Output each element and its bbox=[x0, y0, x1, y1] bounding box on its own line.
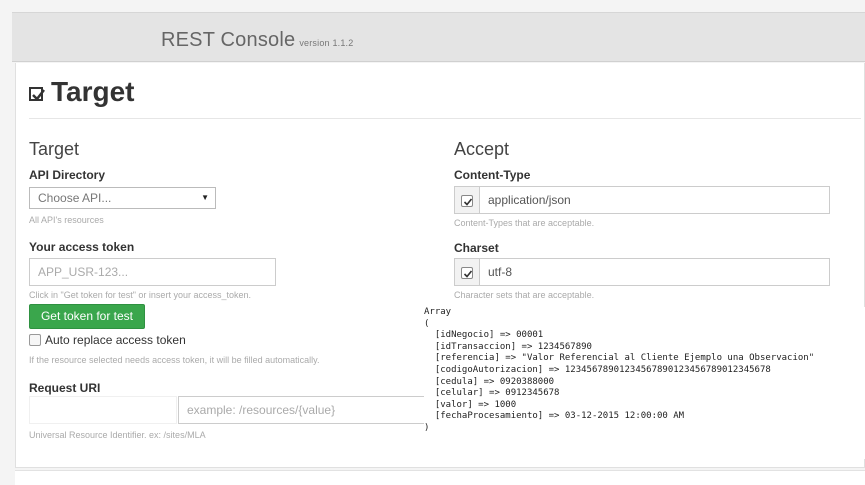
next-panel-edge bbox=[15, 470, 865, 485]
content-type-input[interactable]: application/json bbox=[480, 186, 830, 214]
content-type-value: application/json bbox=[488, 193, 571, 207]
request-method-field[interactable] bbox=[29, 396, 177, 424]
content-type-addon bbox=[454, 186, 480, 214]
app-title-text: REST Console bbox=[161, 29, 296, 51]
dump-line: [idNegocio] => 00001 bbox=[424, 330, 544, 341]
target-column-title: Target bbox=[29, 139, 80, 159]
get-token-button[interactable]: Get token for test bbox=[29, 304, 145, 329]
auto-replace-label[interactable]: Auto replace access token bbox=[45, 333, 186, 347]
access-token-input[interactable]: APP_USR-123... bbox=[29, 258, 276, 286]
api-directory-select[interactable]: Choose API... ▼ bbox=[29, 187, 216, 209]
section-divider bbox=[29, 118, 861, 119]
content-type-checkbox[interactable] bbox=[461, 195, 473, 207]
app-version: version 1.1.2 bbox=[299, 38, 354, 48]
request-uri-input[interactable]: example: /resources/{value} bbox=[178, 396, 427, 424]
dump-line: [idTransaccion] => 1234567890 bbox=[424, 341, 592, 352]
dump-line: [celular] => 0912345678 bbox=[424, 388, 560, 399]
section-toggle-checkbox-icon[interactable] bbox=[29, 86, 45, 101]
api-directory-label: API Directory bbox=[29, 168, 106, 182]
content-type-help: Content-Types that are acceptable. bbox=[454, 218, 595, 228]
charset-help: Character sets that are acceptable. bbox=[454, 290, 595, 300]
api-directory-value: Choose API... bbox=[38, 191, 112, 205]
charset-addon bbox=[454, 258, 480, 286]
auto-replace-checkbox[interactable] bbox=[29, 334, 41, 346]
charset-value: utf-8 bbox=[488, 265, 513, 279]
charset-input[interactable]: utf-8 bbox=[480, 258, 830, 286]
array-dump-output: Array ( [idNegocio] => 00001 [idTransacc… bbox=[424, 307, 865, 459]
request-uri-label: Request URI bbox=[29, 381, 101, 395]
access-token-label: Your access token bbox=[29, 240, 135, 254]
dump-line: ) bbox=[424, 422, 430, 433]
auto-replace-help: If the resource selected needs access to… bbox=[29, 355, 320, 365]
section-title: Target bbox=[51, 76, 135, 107]
charset-checkbox[interactable] bbox=[461, 267, 473, 279]
app-title: REST Console version 1.1.2 bbox=[161, 29, 353, 52]
dump-line: [fechaProcesamiento] => 03-12-2015 12:00… bbox=[424, 411, 685, 422]
dump-line: [cedula] => 0920388000 bbox=[424, 376, 555, 387]
dump-line: ( bbox=[424, 318, 430, 329]
section-header[interactable]: Target bbox=[29, 76, 135, 108]
dump-line: Array bbox=[424, 307, 452, 317]
dump-line: [codigoAutorizacion] => 1234567890123456… bbox=[424, 364, 771, 375]
request-uri-help: Universal Resource Identifier. ex: /site… bbox=[29, 430, 206, 440]
dump-line: [valor] => 1000 bbox=[424, 399, 517, 410]
app-header: REST Console version 1.1.2 bbox=[12, 12, 865, 62]
access-token-help: Click in "Get token for test" or insert … bbox=[29, 290, 251, 300]
request-uri-placeholder: example: /resources/{value} bbox=[187, 403, 336, 417]
charset-label: Charset bbox=[454, 241, 499, 255]
dropdown-arrow-icon: ▼ bbox=[201, 193, 209, 202]
content-type-label: Content-Type bbox=[454, 168, 531, 182]
dump-line: [referencia] => "Valor Referencial al Cl… bbox=[424, 353, 815, 364]
api-directory-help: All API's resources bbox=[29, 215, 104, 225]
access-token-placeholder: APP_USR-123... bbox=[38, 265, 129, 279]
accept-column-title: Accept bbox=[454, 139, 510, 159]
